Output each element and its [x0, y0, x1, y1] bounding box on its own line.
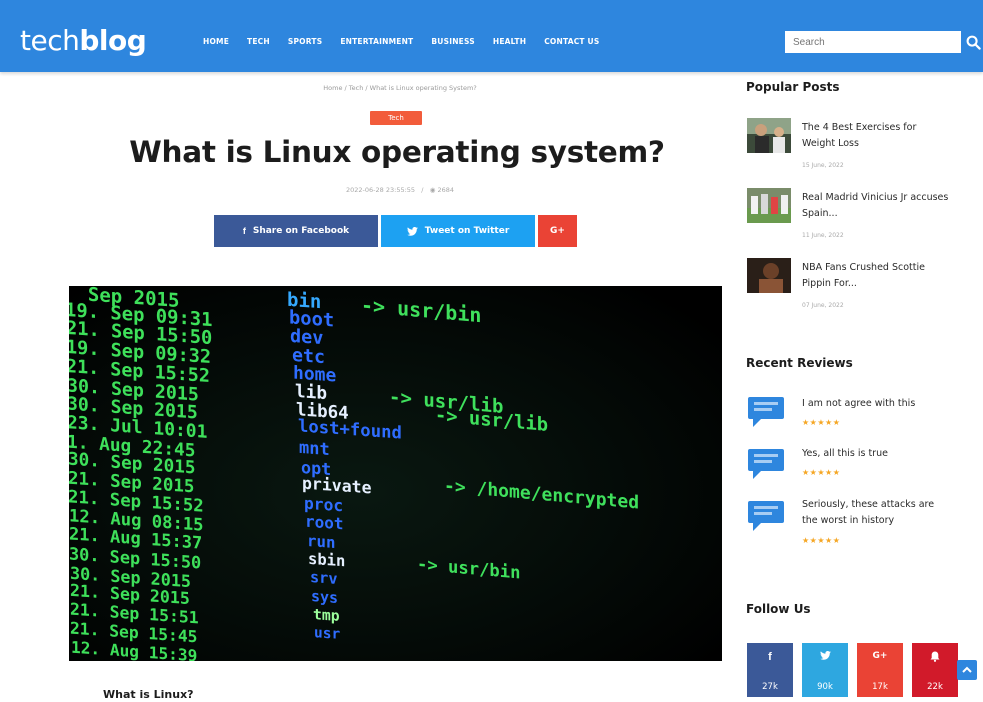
follower-count: 22k	[927, 682, 943, 692]
eye-icon: ◉	[429, 186, 436, 194]
rating-stars: ★★★★★	[802, 536, 841, 545]
main-nav: HOME TECH SPORTS ENTERTAINMENT BUSINESS …	[203, 37, 617, 46]
post-thumbnail-football[interactable]	[747, 188, 791, 223]
review-chat-icon	[747, 499, 785, 533]
follow-gplus-button[interactable]: G+ 17k	[857, 643, 903, 697]
follow-facebook-button[interactable]: f 27k	[747, 643, 793, 697]
nav-tech[interactable]: TECH	[247, 37, 270, 46]
rating-stars: ★★★★★	[802, 418, 841, 427]
nav-home[interactable]: HOME	[203, 37, 229, 46]
facebook-icon: f	[242, 226, 246, 236]
terminal-dir-line: tmp	[312, 605, 340, 625]
review-text[interactable]: I am not agree with this	[802, 396, 952, 412]
follower-count: 17k	[872, 682, 888, 692]
scroll-to-top-button[interactable]	[957, 660, 977, 680]
share-facebook-button[interactable]: f Share on Facebook	[214, 215, 378, 247]
popular-post-date: 07 June, 2022	[802, 302, 844, 309]
gplus-icon: G+	[872, 651, 888, 661]
popular-post-date: 11 June, 2022	[802, 232, 844, 239]
article-meta: 2022-06-28 23:55:55 / ◉ 2684	[346, 186, 454, 194]
search-icon	[966, 35, 981, 50]
hero-image: Sep 2015 19. Sep 09:31 21. Sep 15:50 19. Se…	[69, 286, 722, 661]
follower-count: 27k	[762, 682, 778, 692]
breadcrumb[interactable]: Home / Tech / What is Linux operating Sy…	[190, 84, 610, 92]
nav-entertainment[interactable]: ENTERTAINMENT	[340, 37, 413, 46]
nav-sports[interactable]: SPORTS	[288, 37, 322, 46]
review-chat-icon	[747, 395, 785, 429]
review-text[interactable]: Seriously, these attacks are the worst i…	[802, 497, 952, 529]
terminal-dir-line: sys	[311, 586, 339, 607]
twitter-icon	[819, 651, 831, 660]
article-views: 2684	[437, 186, 454, 194]
follow-us-heading: Follow Us	[746, 602, 811, 616]
terminal-dir-line: run	[306, 531, 335, 553]
popular-post-title[interactable]: The 4 Best Exercises for Weight Loss	[802, 120, 952, 152]
review-text[interactable]: Yes, all this is true	[802, 446, 952, 462]
chevron-up-icon	[962, 666, 972, 673]
bell-icon	[930, 651, 940, 662]
review-chat-icon	[747, 447, 785, 481]
search-input[interactable]	[785, 31, 961, 53]
recent-reviews-heading: Recent Reviews	[746, 356, 853, 370]
article-date: 2022-06-28 23:55:55	[346, 186, 416, 194]
follow-notify-button[interactable]: 22k	[912, 643, 958, 697]
follower-count: 90k	[817, 682, 833, 692]
share-twitter-button[interactable]: Tweet on Twitter	[381, 215, 535, 247]
nav-contact-us[interactable]: CONTACT US	[544, 37, 599, 46]
share-gplus-button[interactable]: G+	[538, 215, 577, 247]
post-thumbnail-exercise[interactable]	[747, 118, 791, 153]
popular-post-title[interactable]: Real Madrid Vinicius Jr accuses Spain...	[802, 190, 952, 222]
post-thumbnail-nba[interactable]	[747, 258, 791, 293]
terminal-dir-line: root	[305, 512, 344, 534]
terminal-dir-line: srv	[309, 568, 338, 589]
terminal-dir-line: sbin	[308, 549, 346, 570]
article-subheading: What is Linux?	[103, 688, 194, 701]
category-badge[interactable]: Tech	[370, 111, 422, 125]
site-logo[interactable]: techblog	[20, 24, 147, 57]
nav-health[interactable]: HEALTH	[493, 37, 526, 46]
rating-stars: ★★★★★	[802, 468, 841, 477]
twitter-icon	[406, 226, 418, 236]
site-header: techblog HOME TECH SPORTS ENTERTAINMENT …	[0, 0, 983, 72]
gplus-icon: G+	[550, 226, 565, 236]
terminal-dir-line: usr	[314, 625, 341, 644]
popular-post-title[interactable]: NBA Fans Crushed Scottie Pippin For...	[802, 260, 952, 292]
facebook-icon: f	[768, 651, 772, 663]
nav-business[interactable]: BUSINESS	[431, 37, 474, 46]
article-title: What is Linux operating system?	[129, 135, 665, 169]
popular-post-date: 15 June, 2022	[802, 162, 844, 169]
follow-twitter-button[interactable]: 90k	[802, 643, 848, 697]
search-button[interactable]	[964, 31, 983, 53]
popular-posts-heading: Popular Posts	[746, 80, 840, 94]
